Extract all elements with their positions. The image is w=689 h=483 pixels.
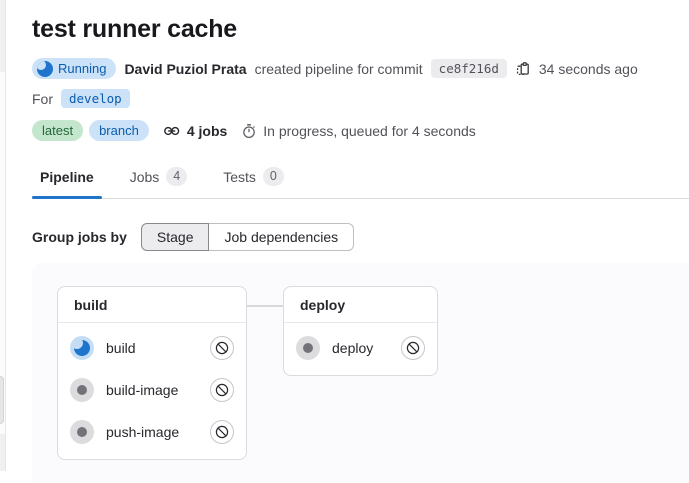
cancel-job-button[interactable] <box>210 378 234 402</box>
job-name: push-image <box>106 424 179 440</box>
job-row-build[interactable]: build <box>66 327 238 369</box>
pipeline-graph: build build build- <box>32 263 689 483</box>
tab-tests[interactable]: Tests 0 <box>215 158 292 198</box>
cancel-job-button[interactable] <box>210 336 234 360</box>
badges-row: latest branch 4 jobs In progress, queued… <box>32 120 689 141</box>
status-running-icon <box>37 61 53 77</box>
group-jobs-by-row: Group jobs by Stage Job dependencies <box>32 223 689 251</box>
latest-badge: latest <box>32 120 83 141</box>
group-by-segmented-control: Stage Job dependencies <box>141 223 354 251</box>
progress-text: In progress, queued for 4 seconds <box>263 123 475 139</box>
status-created-icon <box>70 378 94 402</box>
stage-connector-line <box>247 305 283 307</box>
tab-tests-count: 0 <box>263 167 284 186</box>
job-row-build-image[interactable]: build-image <box>66 369 238 411</box>
pipeline-tabs: Pipeline Jobs 4 Tests 0 <box>32 158 689 199</box>
rail-top-segment <box>0 0 5 72</box>
job-name: deploy <box>332 340 373 356</box>
author-name: David Puziol Prata <box>124 61 246 77</box>
status-badge-label: Running <box>58 60 106 77</box>
stages-container: build build build- <box>57 286 689 460</box>
cancel-icon <box>215 341 229 355</box>
tab-jobs-label: Jobs <box>130 169 160 185</box>
tab-jobs-count: 4 <box>166 167 187 186</box>
tab-jobs[interactable]: Jobs 4 <box>122 158 196 198</box>
time-ago: 34 seconds ago <box>539 61 638 77</box>
stopwatch-icon <box>241 123 257 139</box>
group-by-stage-button[interactable]: Stage <box>141 223 210 251</box>
commit-sha-chip[interactable]: ce8f216d <box>431 59 507 78</box>
pipeline-meta-row: Running David Puziol Prata created pipel… <box>32 58 689 79</box>
group-jobs-by-label: Group jobs by <box>32 229 127 245</box>
stage-card-build: build build build- <box>57 286 247 460</box>
jobs-count-label: 4 jobs <box>187 123 227 139</box>
status-running-icon <box>70 336 94 360</box>
stage-deploy-title: deploy <box>284 287 437 323</box>
job-name: build <box>106 340 136 356</box>
rail-scrollbar-thumb[interactable] <box>0 376 4 424</box>
tab-tests-label: Tests <box>223 169 256 185</box>
job-row-push-image[interactable]: push-image <box>66 411 238 453</box>
job-row-deploy[interactable]: deploy <box>292 327 429 369</box>
tab-pipeline-label: Pipeline <box>40 169 94 185</box>
job-name: build-image <box>106 382 178 398</box>
copy-icon <box>515 61 531 77</box>
copy-commit-sha-button[interactable] <box>515 61 531 77</box>
cancel-job-button[interactable] <box>210 420 234 444</box>
stage-card-deploy: deploy deploy <box>283 286 438 376</box>
branch-badge: branch <box>89 120 149 141</box>
stage-deploy-jobs: deploy <box>284 323 437 375</box>
tab-pipeline[interactable]: Pipeline <box>32 158 102 198</box>
cancel-icon <box>406 341 420 355</box>
status-created-icon <box>296 336 320 360</box>
branch-ref-chip[interactable]: develop <box>61 89 130 108</box>
link-icon <box>163 123 181 139</box>
page-title: test runner cache <box>32 14 689 45</box>
group-by-dependencies-button[interactable]: Job dependencies <box>208 223 354 251</box>
for-label: For <box>32 91 53 107</box>
cancel-icon <box>215 383 229 397</box>
stage-build-title: build <box>58 287 246 323</box>
status-created-icon <box>70 420 94 444</box>
action-text: created pipeline for commit <box>255 61 423 77</box>
rail-bottom-segment <box>0 434 5 471</box>
cancel-icon <box>215 425 229 439</box>
pipeline-page: test runner cache Running David Puziol P… <box>0 0 689 483</box>
ref-row: For develop <box>32 89 689 108</box>
stage-build-jobs: build build-image <box>58 323 246 459</box>
status-badge: Running <box>32 58 116 79</box>
cancel-job-button[interactable] <box>401 336 425 360</box>
